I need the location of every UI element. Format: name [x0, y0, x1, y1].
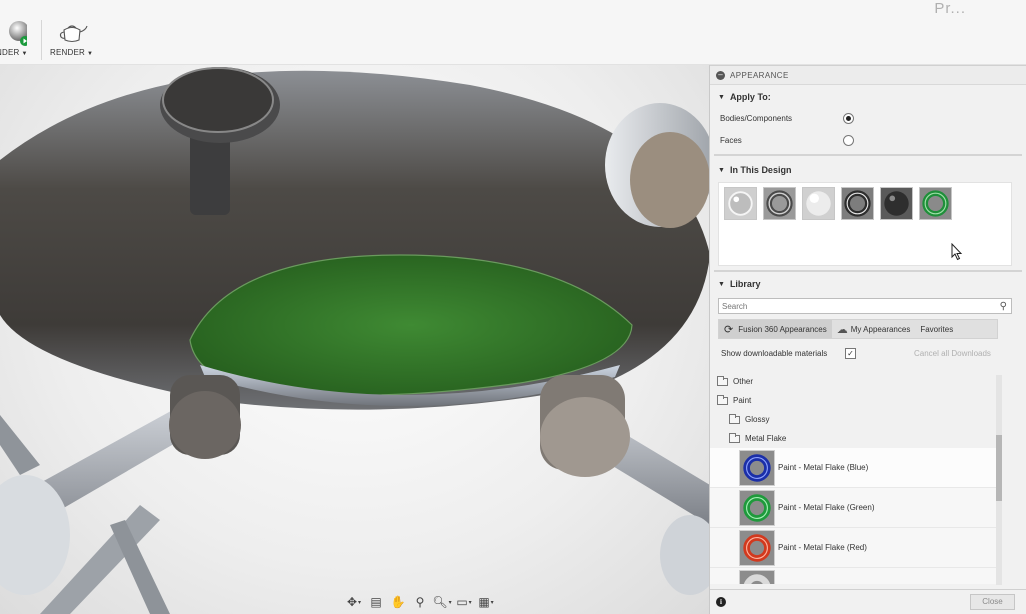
bodies-components-radio[interactable]: [843, 112, 854, 124]
tab-favorites[interactable]: Favorites: [915, 320, 958, 338]
refresh-icon[interactable]: ⟳: [724, 323, 733, 336]
library-section-header[interactable]: ▼ Library: [710, 274, 1026, 294]
tab-label: Fusion 360 Appearances: [738, 324, 827, 334]
apply-to-section-header[interactable]: ▼ Apply To:: [710, 87, 1026, 107]
apply-option-faces[interactable]: Faces: [710, 129, 1026, 151]
collapse-triangle-icon: ▼: [718, 166, 725, 174]
grid-settings-icon[interactable]: ▦ ▾: [476, 593, 496, 611]
material-item-green[interactable]: Paint - Metal Flake (Green): [710, 488, 996, 528]
material-item-red[interactable]: Paint - Metal Flake (Red): [710, 528, 996, 568]
green-metal-flake-ring-icon: [739, 489, 775, 526]
show-downloadable-label: Show downloadable materials: [721, 348, 828, 358]
folder-label: Other: [733, 377, 754, 386]
panel-title: APPEARANCE: [730, 70, 789, 80]
folder-label: Metal Flake: [745, 434, 787, 443]
tree-folder-glossy[interactable]: Glossy: [710, 410, 996, 429]
apply-option-bodies[interactable]: Bodies/Components: [710, 107, 1026, 129]
cancel-all-downloads-link[interactable]: Cancel all Downloads: [914, 349, 991, 358]
toolbar: NDER▼ RENDER▼ Pr...: [0, 0, 1026, 65]
dark-sphere-icon[interactable]: [880, 187, 913, 220]
canvas-viewport[interactable]: [0, 65, 710, 614]
cloud-icon: ☁: [836, 323, 848, 336]
tab-fusion-360-appearances[interactable]: ⟳ Fusion 360 Appearances: [719, 320, 832, 338]
collapse-triangle-icon: ▼: [718, 93, 725, 101]
navigation-bar: ✥ ▾ ▤ ✋ ⚲ 🔍︎ ▾ ▭ ▾ ▦ ▾: [344, 592, 496, 612]
metal-ring-gray-icon[interactable]: [763, 187, 796, 220]
render-dropdown[interactable]: RENDER ▼: [50, 20, 93, 57]
teapot-icon: [59, 25, 88, 43]
render-sphere-icon: [8, 21, 30, 46]
tab-label: Favorites: [920, 324, 954, 334]
top-right-title: Pr...: [934, 0, 966, 17]
library-scroll-thumb[interactable]: [996, 435, 1002, 501]
panel-header: – APPEARANCE: [710, 65, 1026, 85]
drone-model-render: [0, 67, 710, 614]
render-left-label: NDER▼: [0, 48, 28, 57]
library-heading: Library: [729, 279, 761, 289]
section-divider: [714, 270, 1022, 272]
white-sphere-icon[interactable]: [802, 187, 835, 220]
folder-icon: [729, 432, 740, 443]
tree-folder-other[interactable]: Other: [710, 372, 996, 391]
display-settings-icon[interactable]: ▭ ▾: [454, 593, 474, 611]
tree-folder-metal-flake[interactable]: Metal Flake: [710, 429, 996, 448]
bodies-components-label: Bodies/Components: [720, 113, 793, 123]
tab-my-appearances[interactable]: ☁ My Appearances: [832, 320, 916, 338]
info-icon[interactable]: i: [716, 597, 726, 607]
library-tabs: ⟳ Fusion 360 Appearances ☁ My Appearance…: [718, 319, 998, 339]
collapse-triangle-icon: ▼: [718, 280, 725, 288]
in-this-design-heading: In This Design: [729, 165, 792, 175]
search-icon[interactable]: ⚲: [1000, 301, 1007, 312]
panel-footer: i Close: [710, 589, 1026, 614]
look-at-icon[interactable]: ▤: [366, 593, 386, 611]
material-label: Paint - Metal Flake (Blue): [778, 463, 869, 472]
render-label: RENDER ▼: [50, 48, 94, 57]
library-tree: Other Paint Glossy Metal Flake Paint - M…: [710, 372, 996, 584]
folder-icon: [729, 413, 740, 424]
zoom-icon[interactable]: 🔍︎ ▾: [432, 593, 452, 611]
folder-label: Paint: [733, 396, 752, 405]
show-downloadable-row: Show downloadable materials ✓ Cancel all…: [710, 343, 1026, 363]
apply-to-heading: Apply To:: [729, 92, 771, 102]
faces-radio[interactable]: [843, 134, 854, 146]
mouse-pointer-icon: [951, 243, 963, 261]
collapse-panel-icon[interactable]: –: [716, 70, 725, 80]
folder-icon: [717, 394, 728, 405]
pan-icon[interactable]: ✋: [388, 593, 408, 611]
tab-label: My Appearances: [850, 324, 911, 334]
render-dropdown-left[interactable]: NDER▼: [0, 20, 30, 57]
tree-folder-paint[interactable]: Paint: [710, 391, 996, 410]
glass-clear-icon[interactable]: [724, 187, 757, 220]
red-metal-flake-ring-icon: [739, 529, 775, 566]
green-ring-icon[interactable]: [919, 187, 952, 220]
close-button[interactable]: Close: [970, 594, 1015, 610]
library-scrollbar[interactable]: [996, 375, 1002, 585]
folder-label: Glossy: [745, 415, 770, 424]
gray-metal-flake-ring-icon: [739, 569, 775, 584]
folder-icon: [717, 375, 728, 386]
zoom-window-icon[interactable]: ⚲: [410, 593, 430, 611]
blue-metal-flake-ring-icon: [739, 449, 775, 486]
section-divider: [714, 154, 1022, 156]
orbit-icon[interactable]: ✥ ▾: [344, 593, 364, 611]
material-label: Paint - Metal Flake (Red): [778, 543, 867, 552]
material-item-blue[interactable]: Paint - Metal Flake (Blue): [710, 448, 996, 488]
library-search-box[interactable]: ⚲: [718, 298, 1012, 314]
in-this-design-swatches: [718, 182, 1012, 266]
material-label: Paint - Metal Flake (Green): [778, 503, 875, 512]
toolbar-separator: [41, 20, 42, 60]
show-downloadable-checkbox[interactable]: ✓: [845, 347, 856, 359]
library-search-input[interactable]: [722, 301, 972, 311]
chrome-ring-icon[interactable]: [841, 187, 874, 220]
appearance-panel: – APPEARANCE ▼ Apply To: Bodies/Componen…: [709, 65, 1026, 614]
faces-label: Faces: [720, 135, 742, 145]
in-this-design-section-header[interactable]: ▼ In This Design: [710, 160, 1026, 180]
material-item-partial[interactable]: [710, 568, 996, 584]
